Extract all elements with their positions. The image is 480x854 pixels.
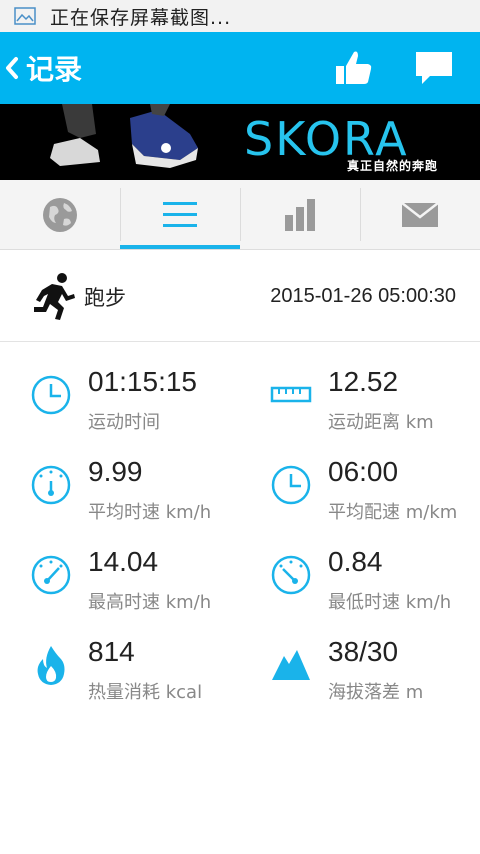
stat-value: 01:15:15 bbox=[88, 366, 197, 397]
stat-elevation: 38/30 海拔落差 m bbox=[270, 636, 480, 716]
running-icon bbox=[34, 272, 75, 320]
stat-label: 最高时速 km/h bbox=[88, 592, 212, 613]
stat-avg-speed: 9.99 平均时速 km/h bbox=[30, 456, 260, 536]
clock-icon bbox=[271, 465, 311, 505]
tab-bar bbox=[0, 180, 480, 250]
stat-label: 运动时间 bbox=[88, 412, 160, 433]
stat-label: 最低时速 km/h bbox=[328, 592, 452, 613]
stat-label: 平均时速 km/h bbox=[88, 502, 212, 523]
stat-value: 0.84 bbox=[328, 546, 383, 577]
stat-value: 38/30 bbox=[328, 636, 399, 667]
stat-max-speed: 14.04 最高时速 km/h bbox=[30, 546, 260, 626]
stat-label: 热量消耗 kcal bbox=[88, 682, 203, 703]
clock-icon bbox=[31, 375, 71, 415]
status-bar: 正在保存屏幕截图... bbox=[0, 0, 480, 32]
stat-value: 814 bbox=[88, 636, 135, 667]
banner-slogan: 真正自然的奔跑 bbox=[346, 159, 438, 173]
stat-label: 海拔落差 m bbox=[328, 682, 424, 703]
activity-type: 跑步 bbox=[84, 285, 126, 310]
stat-label: 平均配速 m/km bbox=[328, 502, 458, 523]
tab-messages[interactable] bbox=[360, 180, 480, 249]
tab-details[interactable] bbox=[120, 180, 240, 249]
stat-value: 9.99 bbox=[88, 456, 143, 487]
status-text: 正在保存屏幕截图... bbox=[50, 6, 232, 29]
speedometer-icon bbox=[31, 555, 71, 595]
stat-duration: 01:15:15 运动时间 bbox=[30, 366, 260, 446]
page-title: 记录 bbox=[26, 53, 83, 86]
back-button[interactable]: 记录 bbox=[0, 32, 82, 104]
flame-icon bbox=[37, 646, 65, 685]
stat-distance: 12.52 运动距离 km bbox=[270, 366, 480, 446]
stat-calories: 814 热量消耗 kcal bbox=[30, 636, 260, 716]
stat-avg-pace: 06:00 平均配速 m/km bbox=[270, 456, 480, 536]
bar-chart-icon bbox=[285, 198, 315, 231]
like-button[interactable] bbox=[332, 46, 376, 90]
shoe-image bbox=[50, 104, 198, 168]
ruler-icon bbox=[270, 386, 312, 403]
mountain-icon bbox=[272, 650, 310, 680]
thumbs-up-icon bbox=[336, 51, 372, 84]
mail-icon bbox=[401, 201, 439, 227]
app-header: 记录 bbox=[0, 32, 480, 104]
chat-bubble-icon bbox=[416, 52, 452, 84]
activity-datetime: 2015-01-26 05:00:30 bbox=[270, 285, 456, 307]
comment-button[interactable] bbox=[412, 46, 456, 90]
stat-value: 06:00 bbox=[328, 456, 399, 487]
list-icon bbox=[163, 201, 197, 227]
globe-icon bbox=[43, 197, 77, 232]
speedometer-icon bbox=[271, 555, 311, 595]
speedometer-icon bbox=[31, 465, 71, 505]
activity-header: 跑步 2015-01-26 05:00:30 bbox=[0, 252, 480, 342]
chevron-left-icon bbox=[6, 57, 18, 79]
stat-value: 12.52 bbox=[328, 366, 399, 397]
stat-min-speed: 0.84 最低时速 km/h bbox=[270, 546, 480, 626]
screenshot-icon bbox=[14, 7, 36, 25]
stat-value: 14.04 bbox=[88, 546, 159, 577]
stat-label: 运动距离 km bbox=[328, 412, 434, 433]
tab-charts[interactable] bbox=[240, 180, 360, 249]
tab-map[interactable] bbox=[0, 180, 120, 249]
ad-banner[interactable]: SKORA 真正自然的奔跑 bbox=[0, 104, 480, 180]
